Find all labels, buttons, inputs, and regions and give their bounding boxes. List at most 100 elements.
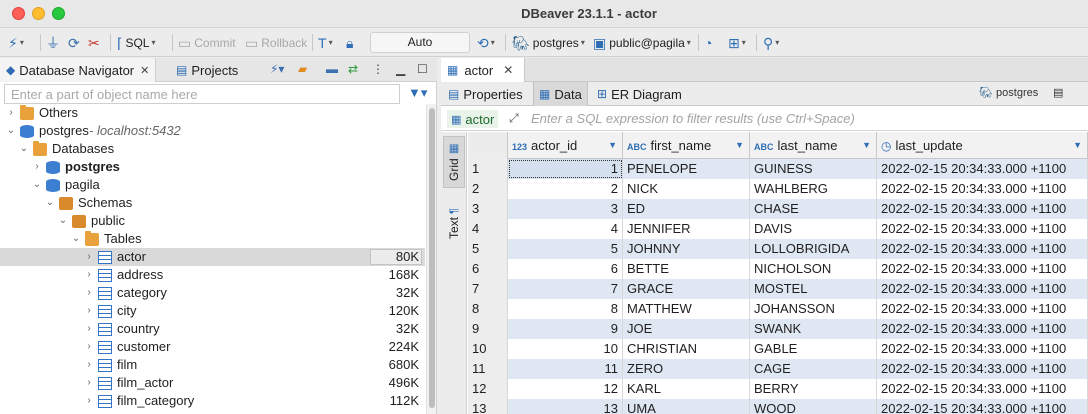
tools-button[interactable]: ⊞ ▾ [728, 32, 746, 53]
table-cell[interactable]: BERRY [750, 379, 877, 399]
tree-item-others[interactable]: › Others [0, 104, 425, 122]
table-row[interactable]: 7 7 GRACE MOSTEL 2022-02-15 20:34:33.000 +11… [468, 279, 1088, 299]
disconnect-button[interactable]: ✂ [88, 32, 100, 53]
table-cell[interactable]: 8 [508, 299, 623, 319]
table-cell[interactable]: JOHANSSON [750, 299, 877, 319]
tab-er-diagram[interactable]: ⊞ ER Diagram [592, 82, 687, 106]
chevron-down-icon[interactable]: ⌄ [58, 212, 68, 230]
close-icon[interactable]: ✕ [503, 63, 513, 77]
table-cell[interactable]: 2022-02-15 20:34:33.000 +1100 [877, 319, 1088, 339]
table-cell[interactable]: 2022-02-15 20:34:33.000 +1100 [877, 159, 1088, 179]
chevron-down-icon[interactable]: ⌄ [19, 140, 29, 158]
column-header-actor-id[interactable]: 123 actor_id ▼ [508, 132, 623, 159]
link-editor-icon[interactable]: ⇄ [348, 62, 358, 76]
chevron-right-icon[interactable]: › [84, 374, 94, 392]
expand-filter-icon[interactable]: ⤢ [509, 111, 519, 126]
table-cell[interactable]: 11 [508, 359, 623, 379]
tab-database-navigator[interactable]: ◆ Database Navigator ✕ [0, 58, 157, 82]
table-cell[interactable]: 4 [508, 219, 623, 239]
tree-item-pagila[interactable]: ⌄ pagila [0, 176, 425, 194]
table-cell[interactable]: CHASE [750, 199, 877, 219]
sort-icon[interactable]: ▼ [608, 132, 617, 159]
tree-item-customer[interactable]: › customer 224K [0, 338, 425, 356]
lock-button[interactable]: 🔒︎ [346, 32, 353, 53]
chevron-down-icon[interactable]: ⌄ [32, 176, 42, 194]
filter-icon[interactable]: ▼▾ [408, 85, 427, 101]
table-cell[interactable]: DAVIS [750, 219, 877, 239]
minimize-icon[interactable]: ▁ [396, 62, 405, 76]
table-row[interactable]: 11 11 ZERO CAGE 2022-02-15 20:34:33.000 +110… [468, 359, 1088, 379]
close-icon[interactable]: ✕ [140, 64, 149, 77]
table-cell[interactable]: MATTHEW [623, 299, 750, 319]
sql-editor-button[interactable]: ⌈ SQL ▾ [117, 32, 156, 53]
tree-item-postgres[interactable]: › postgres [0, 158, 425, 176]
table-cell[interactable]: CAGE [750, 359, 877, 379]
tree-item-city[interactable]: › city 120K [0, 302, 425, 320]
table-row[interactable]: 3 3 ED CHASE 2022-02-15 20:34:33.000 +1100 [468, 199, 1088, 219]
table-cell[interactable]: 2022-02-15 20:34:33.000 +1100 [877, 219, 1088, 239]
table-row[interactable]: 9 9 JOE SWANK 2022-02-15 20:34:33.000 +1100 [468, 319, 1088, 339]
tab-projects[interactable]: ▤ Projects [170, 58, 244, 82]
table-cell[interactable]: NICK [623, 179, 750, 199]
sort-icon[interactable]: ▼ [1073, 132, 1082, 159]
history-button[interactable]: ⟲ ▾ [477, 32, 495, 53]
table-cell[interactable]: NICHOLSON [750, 259, 877, 279]
transaction-mode-button[interactable]: T ▾ [318, 32, 333, 53]
table-cell[interactable]: KARL [623, 379, 750, 399]
table-row[interactable]: 12 12 KARL BERRY 2022-02-15 20:34:33.000 +11… [468, 379, 1088, 399]
new-folder-icon[interactable]: ▰ [298, 62, 307, 76]
table-cell[interactable]: LOLLOBRIGIDA [750, 239, 877, 259]
active-schema-selector[interactable]: ▣ public@pagila ▾ [593, 32, 691, 53]
rollback-button[interactable]: ▭ Rollback [245, 32, 307, 53]
table-cell[interactable]: 7 [508, 279, 623, 299]
column-header-first-name[interactable]: ABC first_name ▼ [623, 132, 750, 159]
table-cell[interactable]: 2022-02-15 20:34:33.000 +1100 [877, 299, 1088, 319]
table-cell[interactable]: SWANK [750, 319, 877, 339]
active-connection-selector[interactable]: 🐘︎ postgres ▾ [512, 32, 585, 53]
tree-item-public[interactable]: ⌄ public [0, 212, 425, 230]
table-cell[interactable]: PENELOPE [623, 159, 750, 179]
table-cell[interactable]: JOHNNY [623, 239, 750, 259]
chevron-right-icon[interactable]: › [84, 248, 94, 266]
search-button[interactable]: ⚲ ▾ [763, 32, 779, 53]
commit-button[interactable]: ▭ Commit [178, 32, 236, 53]
table-row[interactable]: 6 6 BETTE NICHOLSON 2022-02-15 20:34:33.000 … [468, 259, 1088, 279]
column-header-last-update[interactable]: ◷ last_update ▼ [877, 132, 1088, 159]
tab-text-view[interactable]: Text ¶ [443, 198, 465, 250]
table-row[interactable]: 2 2 NICK WAHLBERG 2022-02-15 20:34:33.000 +1… [468, 179, 1088, 199]
table-cell[interactable]: 2022-02-15 20:34:33.000 +1100 [877, 179, 1088, 199]
table-cell[interactable]: ZERO [623, 359, 750, 379]
view-menu-icon[interactable]: ⋮ [372, 62, 384, 76]
tree-item-databases[interactable]: ⌄ Databases [0, 140, 425, 158]
table-cell[interactable]: 2022-02-15 20:34:33.000 +1100 [877, 399, 1088, 414]
table-cell[interactable]: MOSTEL [750, 279, 877, 299]
navigator-filter-input[interactable]: Enter a part of object name here [4, 84, 400, 104]
chevron-right-icon[interactable]: › [84, 302, 94, 320]
table-cell[interactable]: 13 [508, 399, 623, 414]
chevron-right-icon[interactable]: › [6, 104, 16, 122]
table-cell[interactable]: GUINESS [750, 159, 877, 179]
table-cell[interactable]: 2022-02-15 20:34:33.000 +1100 [877, 199, 1088, 219]
table-cell[interactable]: 3 [508, 199, 623, 219]
table-cell[interactable]: 1 [508, 159, 623, 179]
maximize-icon[interactable]: ☐ [417, 62, 428, 76]
table-cell[interactable]: GRACE [623, 279, 750, 299]
navigator-scrollbar-thumb[interactable] [429, 108, 435, 408]
chevron-right-icon[interactable]: › [84, 338, 94, 356]
table-cell[interactable]: BETTE [623, 259, 750, 279]
connection-indicator[interactable]: 🐘︎ postgres [979, 86, 1038, 99]
table-cell[interactable]: CHRISTIAN [623, 339, 750, 359]
table-cell[interactable]: 9 [508, 319, 623, 339]
table-cell[interactable]: JENNIFER [623, 219, 750, 239]
table-row[interactable]: 10 10 CHRISTIAN GABLE 2022-02-15 20:34:33.00… [468, 339, 1088, 359]
sort-icon[interactable]: ▼ [862, 132, 871, 159]
table-row[interactable]: 13 13 UMA WOOD 2022-02-15 20:34:33.000 +1100 [468, 399, 1088, 414]
table-cell[interactable]: 2022-02-15 20:34:33.000 +1100 [877, 339, 1088, 359]
table-cell[interactable]: 2022-02-15 20:34:33.000 +1100 [877, 259, 1088, 279]
dashboard-button[interactable]: ◔ [704, 32, 712, 53]
connect-button[interactable]: ⏚ [46, 32, 60, 53]
table-cell[interactable]: 2022-02-15 20:34:33.000 +1100 [877, 279, 1088, 299]
chevron-down-icon[interactable]: ⌄ [45, 194, 55, 212]
tree-item-film-actor[interactable]: › film_actor 496K [0, 374, 425, 392]
table-cell[interactable]: 6 [508, 259, 623, 279]
